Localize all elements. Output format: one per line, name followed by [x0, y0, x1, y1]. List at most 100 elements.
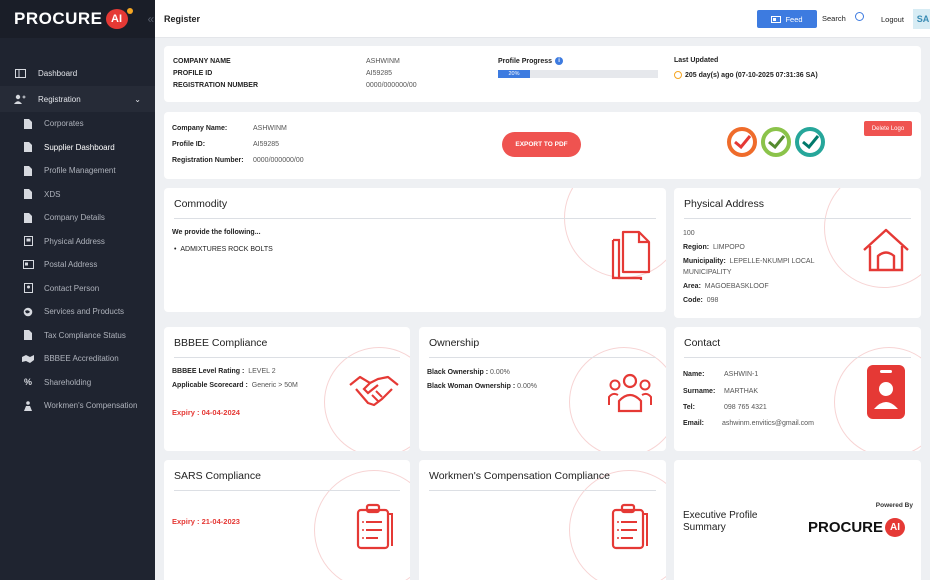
contact-surname-value: MARTHAK: [724, 388, 759, 395]
sidebar-item-label: Dashboard: [38, 68, 78, 78]
sidebar-item-corporates[interactable]: Corporates: [0, 112, 155, 136]
top-header: Register Feed Search Logout SA: [155, 0, 930, 38]
export-pdf-button[interactable]: EXPORT TO PDF: [502, 132, 581, 157]
black-woman-ownership-label: Black Woman Ownership :: [427, 383, 516, 390]
sidebar-item-dashboard[interactable]: Dashboard: [0, 60, 155, 86]
profile-progress-text: 20%: [508, 71, 520, 77]
divider: [684, 218, 911, 219]
globe-icon: [22, 306, 34, 318]
chevron-down-icon: ⌄: [134, 94, 141, 104]
contact-surname-label: Surname:: [683, 388, 716, 395]
sidebar-item-label: Services and Products: [44, 307, 125, 317]
sidebar-item-label: Physical Address: [44, 236, 105, 246]
region-label: Region:: [683, 244, 710, 251]
collapse-sidebar-icon[interactable]: «: [148, 12, 155, 26]
info-icon[interactable]: i: [555, 57, 564, 65]
sidebar-item-tax-compliance[interactable]: Tax Compliance Status: [0, 324, 155, 348]
feed-button[interactable]: Feed: [757, 10, 817, 28]
divider: [684, 357, 911, 358]
group-users-icon: [607, 369, 653, 420]
physical-address-title: Physical Address: [684, 198, 764, 210]
procure-ai-logo-text: PROCURE: [808, 519, 884, 536]
sidebar-item-label: Supplier Dashboard: [44, 142, 115, 152]
divider: [429, 357, 656, 358]
profile-id-value: AI59285: [253, 141, 280, 148]
sidebar-item-label: Registration: [38, 94, 81, 104]
sidebar-item-label: Profile Management: [44, 166, 116, 176]
profile-progress-bar: 20%: [498, 70, 658, 78]
sidebar-item-registration[interactable]: Registration ⌄: [0, 86, 155, 112]
sidebar-item-postal-address[interactable]: Postal Address: [0, 253, 155, 277]
area-value: MAGOEBASKLOOF: [704, 283, 769, 290]
sidebar-item-services-products[interactable]: Services and Products: [0, 300, 155, 324]
logout-link[interactable]: Logout: [881, 15, 904, 24]
profile-id-label: PROFILE ID: [173, 70, 213, 77]
bbbee-expiry: Expiry : 04-04-2024: [172, 408, 240, 417]
company-name-label: COMPANY NAME: [173, 58, 231, 65]
commodity-item: ADMIXTURES ROCK BOLTS: [180, 246, 273, 253]
executive-summary-title-line-1: Executive Profile: [683, 510, 758, 521]
company-name-value: ASHWINM: [253, 125, 287, 132]
sidebar-item-profile-management[interactable]: Profile Management: [0, 159, 155, 183]
avatar[interactable]: SA: [913, 9, 930, 29]
delete-logo-label: Delete Logo: [871, 125, 905, 132]
registration-number-label: Registration Number:: [172, 157, 244, 164]
user-plus-icon: [14, 93, 26, 105]
profile-progress-label: Profile Progress: [498, 57, 553, 65]
sidebar-item-label: Company Details: [44, 213, 105, 223]
sidebar-item-label: Tax Compliance Status: [44, 330, 126, 340]
profile-summary-card: COMPANY NAME PROFILE ID REGISTRATION NUM…: [164, 46, 921, 102]
mail-icon: [22, 259, 34, 271]
document-icon: [22, 188, 34, 200]
sidebar-item-workmens-compensation[interactable]: Workmen's Compensation: [0, 394, 155, 418]
black-ownership-label: Black Ownership :: [427, 369, 489, 376]
sars-expiry: Expiry : 21-04-2023: [172, 517, 240, 526]
clock-icon: [674, 71, 682, 79]
sidebar-item-shareholding[interactable]: % Shareholding: [0, 371, 155, 395]
clipboard-list-icon: [354, 502, 396, 555]
list-item: • ADMIXTURES ROCK BOLTS: [174, 246, 273, 253]
contact-name-value: ASHWIN-1: [724, 371, 759, 378]
bbbee-level-label: BBBEE Level Rating :: [172, 368, 245, 375]
contact-name-label: Name:: [683, 371, 705, 378]
document-icon: [22, 141, 34, 153]
sidebar-item-label: Corporates: [44, 119, 84, 129]
feed-icon: [771, 15, 782, 23]
ownership-title: Ownership: [429, 337, 480, 349]
bbbee-title: BBBEE Compliance: [174, 337, 268, 349]
sidebar: PROCURE AI « Dashboard Registration ⌄ Co…: [0, 0, 155, 580]
percent-icon: %: [23, 377, 32, 388]
handshake-icon: [348, 373, 400, 414]
address-icon: [22, 235, 34, 247]
sidebar-item-contact-person[interactable]: Contact Person: [0, 277, 155, 301]
contact-title: Contact: [684, 337, 721, 349]
contact-card: Contact Name: ASHWIN-1 Surname: MARTHAK …: [674, 327, 921, 451]
executive-summary-card[interactable]: Executive Profile Summary Powered By PRO…: [674, 460, 921, 580]
divider: [429, 490, 656, 491]
search-icon[interactable]: [855, 12, 864, 21]
sidebar-item-supplier-dashboard[interactable]: Supplier Dashboard: [0, 136, 155, 160]
sidebar-item-xds[interactable]: XDS: [0, 183, 155, 207]
municipality-value-2: MUNICIPALITY: [683, 269, 732, 276]
document-icon: [22, 118, 34, 130]
delete-logo-button[interactable]: Delete Logo: [864, 121, 912, 136]
contact-tel-label: Tel:: [683, 404, 695, 411]
code-label: Code:: [683, 297, 703, 304]
sidebar-item-physical-address[interactable]: Physical Address: [0, 230, 155, 254]
sidebar-item-label: Shareholding: [44, 377, 92, 387]
workmens-compensation-card: Workmen's Compensation Compliance: [419, 460, 666, 580]
search-label[interactable]: Search: [822, 14, 846, 23]
sidebar-item-bbbee-accreditation[interactable]: BBBEE Accreditation: [0, 347, 155, 371]
id-badge-icon: [865, 363, 907, 426]
municipality-label: Municipality:: [683, 258, 726, 265]
company-logo: [726, 125, 828, 159]
company-name-label: Company Name:: [172, 125, 228, 132]
scorecard-value: Generic > 50M: [251, 382, 298, 389]
sidebar-item-label: Contact Person: [44, 283, 100, 293]
scorecard-label: Applicable Scorecard :: [172, 382, 248, 389]
sidebar-item-company-details[interactable]: Company Details: [0, 206, 155, 230]
last-updated-value: 205 day(s) ago (07-10-2025 07:31:36 SA): [685, 71, 818, 79]
commodity-intro: We provide the following...: [172, 229, 261, 236]
brand-name: PROCURE: [14, 9, 103, 28]
registration-number-label: REGISTRATION NUMBER: [173, 82, 259, 89]
